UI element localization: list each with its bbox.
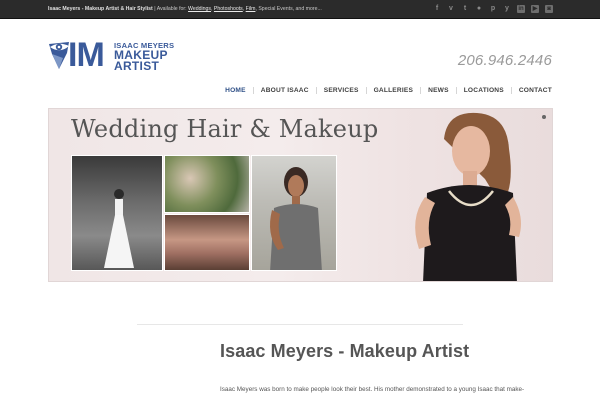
- nav-item-home[interactable]: HOME: [225, 87, 246, 94]
- topbar-available-label: | Available for:: [152, 6, 189, 12]
- instagram-icon[interactable]: ◙: [545, 5, 553, 13]
- top-bar: Isaac Meyers - Makeup Artist & Hair Styl…: [0, 0, 600, 19]
- slider-title: Wedding Hair & Makeup: [71, 115, 379, 143]
- main-nav: HOME ABOUT ISAAC SERVICES GALLERIES NEWS…: [225, 85, 552, 95]
- nav-divider: [315, 86, 317, 94]
- bride-photo: [71, 155, 163, 271]
- site-logo[interactable]: IM ISAAC MEYERS MAKEUP ARTIST: [48, 36, 174, 74]
- flowers-photo: [164, 155, 250, 213]
- bridal-party-photo: [164, 214, 250, 271]
- topbar-tagline: Isaac Meyers - Makeup Artist & Hair Styl…: [48, 6, 322, 12]
- nav-item-services[interactable]: SERVICES: [324, 87, 359, 94]
- section-divider: [137, 324, 463, 325]
- tumblr-icon[interactable]: t: [461, 5, 469, 13]
- logo-word-artist: ARTIST: [114, 59, 160, 73]
- topbar-site-name: Isaac Meyers - Makeup Artist & Hair Styl…: [48, 6, 153, 12]
- nav-divider: [252, 86, 254, 94]
- facebook-icon[interactable]: f: [433, 5, 441, 13]
- nav-item-locations[interactable]: LOCATIONS: [464, 87, 504, 94]
- linkedin-icon[interactable]: in: [517, 5, 525, 13]
- logo-initials: IM: [68, 36, 105, 74]
- pinterest-icon[interactable]: p: [489, 5, 497, 13]
- topbar-link-photoshoots[interactable]: Photoshoots: [214, 6, 243, 12]
- bride-figure: [104, 189, 134, 268]
- intro-paragraph: Isaac Meyers was born to make people loo…: [220, 386, 525, 393]
- flickr-icon[interactable]: ●: [475, 5, 483, 13]
- portrait-figure: [270, 167, 322, 270]
- nav-item-news[interactable]: NEWS: [428, 87, 449, 94]
- nav-item-about[interactable]: ABOUT ISAAC: [261, 87, 309, 94]
- topbar-link-weddings[interactable]: Weddings: [188, 6, 211, 12]
- model-photo: [415, 112, 521, 281]
- nav-divider: [365, 86, 367, 94]
- nav-divider: [455, 86, 457, 94]
- vimeo-icon[interactable]: v: [447, 5, 455, 13]
- portrait-photo: [251, 155, 337, 271]
- topbar-tail-text: Special Events, and more...: [256, 6, 322, 12]
- page-title: Isaac Meyers - Makeup Artist: [220, 341, 470, 361]
- phone-number[interactable]: 206.946.2446: [458, 52, 552, 69]
- nav-item-galleries[interactable]: GALLERIES: [374, 87, 414, 94]
- nav-divider: [510, 86, 512, 94]
- hero-slider[interactable]: Wedding Hair & Makeup: [48, 108, 553, 282]
- topbar-link-film[interactable]: Film: [246, 6, 256, 12]
- youtube-icon[interactable]: ▶: [531, 5, 539, 13]
- social-icons: f v t ● p y in ▶ ◙: [433, 5, 553, 14]
- twitter-icon[interactable]: y: [503, 5, 511, 13]
- nav-item-contact[interactable]: CONTACT: [519, 87, 552, 94]
- nav-divider: [420, 86, 422, 94]
- eye-icon: [49, 42, 69, 69]
